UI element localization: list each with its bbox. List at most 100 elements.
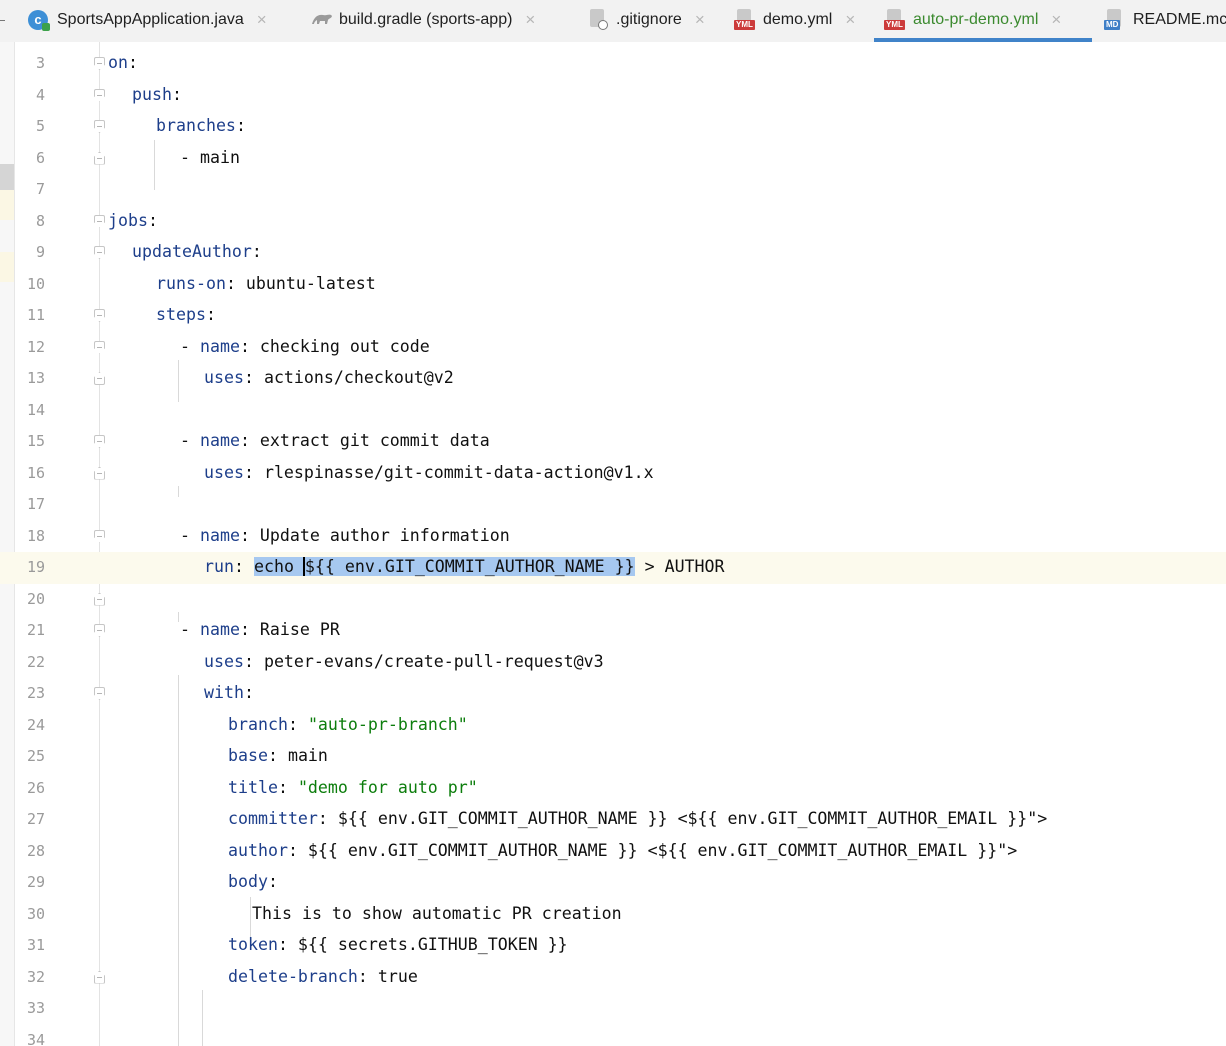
code-text[interactable]: jobs: xyxy=(108,211,158,231)
code-text[interactable]: on: xyxy=(108,53,138,73)
fold-marker-icon[interactable] xyxy=(94,340,105,354)
code-editor[interactable]: 3 on: 4 push: 5 branches: 6 - main 7 8 jobs: 9 updat… xyxy=(0,42,1226,1046)
code-line[interactable]: 15 - name: extract git commit data xyxy=(0,426,1226,458)
code-text[interactable]: base: main xyxy=(228,746,328,766)
code-text[interactable]: - name: extract git commit data xyxy=(180,431,490,451)
code-line[interactable]: 5 branches: xyxy=(0,111,1226,143)
fold-marker-icon[interactable] xyxy=(94,435,105,448)
code-token: : ${{ env.GIT_COMMIT_AUTHOR_NAME }} <${{… xyxy=(317,809,1048,828)
fold-marker-icon[interactable] xyxy=(94,151,105,165)
close-icon[interactable]: × xyxy=(525,10,535,30)
code-text[interactable]: with: xyxy=(204,683,254,703)
code-line[interactable]: 3 on: xyxy=(0,48,1226,80)
code-text[interactable]: uses: rlespinasse/git-commit-data-action… xyxy=(204,463,654,483)
tab-auto-pr-demo-yml[interactable]: YML auto-pr-demo.yml × xyxy=(874,0,1092,42)
yaml-key: branches xyxy=(156,116,236,135)
code-line[interactable]: 9 updateAuthor: xyxy=(0,237,1226,269)
code-line[interactable]: 18 - name: Update author information xyxy=(0,521,1226,553)
line-number: 7 xyxy=(35,180,45,198)
tab-build-gradle[interactable]: build.gradle (sports-app) × xyxy=(310,0,535,40)
close-icon[interactable]: × xyxy=(257,10,267,30)
code-text[interactable]: branch: "auto-pr-branch" xyxy=(228,715,468,735)
line-number: 3 xyxy=(35,54,45,72)
code-text[interactable]: runs-on: ubuntu-latest xyxy=(156,274,376,294)
code-line[interactable]: 28 author: ${{ env.GIT_COMMIT_AUTHOR_NAME… xyxy=(0,836,1226,868)
fold-marker-icon[interactable] xyxy=(94,624,105,637)
code-line[interactable]: 23 with: xyxy=(0,678,1226,710)
code-token: : xyxy=(267,872,278,891)
code-line[interactable]: 11 steps: xyxy=(0,300,1226,332)
tab-gitignore[interactable]: .gitignore × xyxy=(587,0,705,40)
tab-readme[interactable]: MD README.mc xyxy=(1104,0,1226,40)
code-line[interactable]: 25 base: main xyxy=(0,741,1226,773)
code-text[interactable]: body: xyxy=(228,872,278,892)
tab-demo-yml[interactable]: YML demo.yml × xyxy=(734,0,855,40)
code-text[interactable]: - name: checking out code xyxy=(180,337,430,357)
code-line[interactable]: 33 xyxy=(0,993,1226,1025)
code-text[interactable]: push: xyxy=(132,85,182,105)
code-line[interactable]: 30 This is to show automatic PR creation xyxy=(0,899,1226,931)
code-line[interactable]: 27 committer: ${{ env.GIT_COMMIT_AUTHOR_N… xyxy=(0,804,1226,836)
code-token: : xyxy=(235,116,246,135)
code-line[interactable]: 26 title: "demo for auto pr" xyxy=(0,773,1226,805)
code-text[interactable]: - name: Update author information xyxy=(180,526,510,546)
code-line[interactable]: 6 - main xyxy=(0,143,1226,175)
tab-sportsappapplication-java[interactable]: c SportsAppApplication.java × xyxy=(28,0,267,40)
fold-marker-icon[interactable] xyxy=(94,246,105,259)
code-line[interactable]: 19 run: echo ${{ env.GIT_COMMIT_AUTHOR_NA… xyxy=(0,552,1226,584)
code-line[interactable]: 24 branch: "auto-pr-branch" xyxy=(0,710,1226,742)
code-token: : checking out code xyxy=(239,336,430,356)
code-text[interactable]: - name: Raise PR xyxy=(180,620,340,640)
code-line[interactable]: 16 uses: rlespinasse/git-commit-data-acti… xyxy=(0,458,1226,490)
code-line[interactable]: 7 xyxy=(0,174,1226,206)
code-text[interactable]: updateAuthor: xyxy=(132,242,262,262)
code-text[interactable]: uses: actions/checkout@v2 xyxy=(204,368,454,388)
close-icon[interactable]: × xyxy=(845,10,855,30)
close-icon[interactable]: × xyxy=(695,10,705,30)
code-line[interactable]: 12 - name: checking out code xyxy=(0,332,1226,364)
code-line[interactable]: 8 jobs: xyxy=(0,206,1226,238)
code-line[interactable]: 10 runs-on: ubuntu-latest xyxy=(0,269,1226,301)
tab-label: README.mc xyxy=(1133,11,1226,28)
fold-marker-icon[interactable] xyxy=(94,592,105,606)
code-line[interactable]: 4 push: xyxy=(0,80,1226,112)
code-text[interactable]: uses: peter-evans/create-pull-request@v3 xyxy=(204,652,604,672)
fold-marker-icon[interactable] xyxy=(94,120,105,133)
code-line[interactable]: 29 body: xyxy=(0,867,1226,899)
code-text[interactable]: This is to show automatic PR creation xyxy=(252,904,622,924)
code-text[interactable]: token: ${{ secrets.GITHUB_TOKEN }} xyxy=(228,935,568,955)
code-text[interactable]: committer: ${{ env.GIT_COMMIT_AUTHOR_NAM… xyxy=(228,809,1047,829)
yaml-key: uses xyxy=(204,462,244,482)
code-text[interactable]: title: "demo for auto pr" xyxy=(228,778,478,798)
code-line[interactable]: 20 xyxy=(0,584,1226,616)
line-number: 13 xyxy=(26,369,45,387)
code-text[interactable]: branches: xyxy=(156,116,246,136)
code-line[interactable]: 31 token: ${{ secrets.GITHUB_TOKEN }} xyxy=(0,930,1226,962)
code-text[interactable]: author: ${{ env.GIT_COMMIT_AUTHOR_NAME }… xyxy=(228,841,1017,861)
fold-marker-icon[interactable] xyxy=(94,88,105,102)
fold-marker-icon[interactable] xyxy=(94,687,105,700)
code-line[interactable]: 22 uses: peter-evans/create-pull-request@… xyxy=(0,647,1226,679)
fold-marker-icon[interactable] xyxy=(94,466,105,480)
code-text[interactable]: delete-branch: true xyxy=(228,967,418,987)
code-line[interactable]: 34 xyxy=(0,1025,1226,1046)
tab-label: build.gradle (sports-app) xyxy=(339,11,513,28)
code-line[interactable]: 17 xyxy=(0,489,1226,521)
code-line[interactable]: 14 xyxy=(0,395,1226,427)
fold-marker-icon[interactable] xyxy=(94,214,105,228)
fold-marker-icon[interactable] xyxy=(94,57,105,70)
fold-marker-icon[interactable] xyxy=(94,372,105,385)
code-text[interactable]: run: echo ${{ env.GIT_COMMIT_AUTHOR_NAME… xyxy=(204,557,725,577)
fold-marker-icon[interactable] xyxy=(94,970,105,984)
code-text[interactable]: steps: xyxy=(156,305,216,325)
code-line[interactable]: 32 delete-branch: true xyxy=(0,962,1226,994)
code-text[interactable]: - main xyxy=(180,148,240,168)
yaml-key: jobs xyxy=(108,210,148,230)
close-icon[interactable]: × xyxy=(1051,10,1061,30)
code-line[interactable]: 13 uses: actions/checkout@v2 xyxy=(0,363,1226,395)
indent-guide xyxy=(178,360,179,402)
code-line[interactable]: 21 - name: Raise PR xyxy=(0,615,1226,647)
yaml-key: name xyxy=(199,525,240,545)
fold-marker-icon[interactable] xyxy=(94,309,105,322)
fold-marker-icon[interactable] xyxy=(94,529,105,543)
